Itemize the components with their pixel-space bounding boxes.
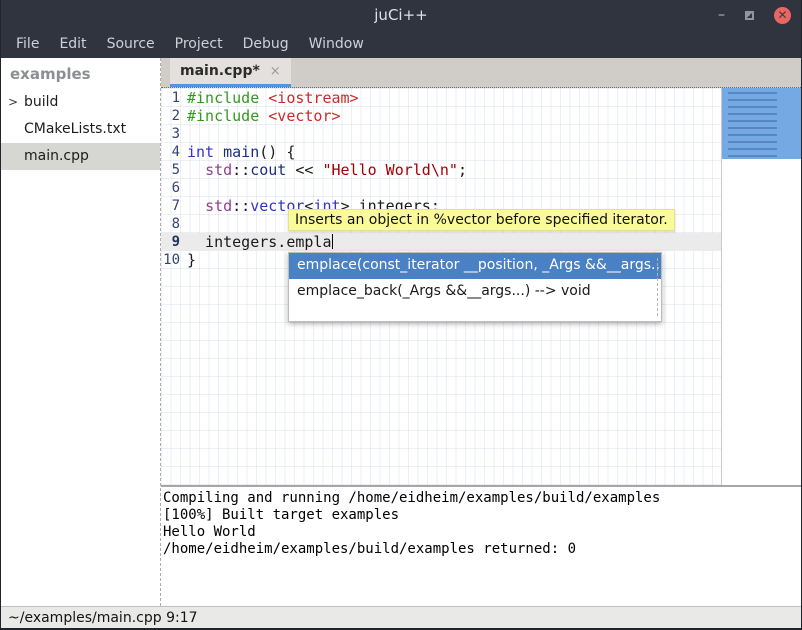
line-number: 6 [161,179,187,197]
tree-item-label: main.cpp [24,148,89,164]
app-window: juCi++ – ✕ FileEditSourceProjectDebugWin… [0,0,802,630]
output-line: Hello World [163,524,801,541]
code-lines: 1#include <iostream>2#include <vector>34… [161,89,721,269]
code-line-1[interactable]: 1#include <iostream> [161,89,721,107]
project-folder-label: examples [1,58,160,89]
tree-item-label: CMakeLists.txt [24,121,126,137]
menu-project[interactable]: Project [170,33,234,55]
tabbar: main.cpp* × [161,58,801,88]
menu-edit[interactable]: Edit [54,33,97,55]
menubar: FileEditSourceProjectDebugWindow [1,30,801,58]
editor-column: main.cpp* × 1#include <iostream>2#includ… [161,58,801,606]
close-window-icon[interactable]: ✕ [774,7,791,24]
line-number: 1 [161,89,187,107]
main-area: examples > build CMakeLists.txt main.cpp ma… [1,58,801,606]
window-controls: – ✕ [718,0,791,30]
minimap-slider[interactable] [722,88,801,159]
line-number: 3 [161,125,187,143]
line-code: integers.empla [187,233,721,251]
code-line-2[interactable]: 2#include <vector> [161,107,721,125]
line-number: 2 [161,107,187,125]
tree-item-label: build [24,94,58,110]
completion-item[interactable]: emplace_back(_Args &&__args...) --> void [289,279,661,305]
tab-label: main.cpp* [180,63,260,79]
line-code [187,179,721,197]
code-line-9[interactable]: 9 integers.empla [161,233,721,251]
code-line-3[interactable]: 3 [161,125,721,143]
tree-item-main-cpp[interactable]: main.cpp [1,143,160,170]
doc-tooltip: Inserts an object in %vector before spec… [288,209,675,231]
output-line: [100%] Built target examples [163,507,801,524]
menu-source[interactable]: Source [102,33,166,55]
line-code: #include <iostream> [187,89,721,107]
line-code: #include <vector> [187,107,721,125]
statusbar-path: ~/examples/main.cpp 9:17 [8,610,198,626]
output-line: /home/eidheim/examples/build/examples re… [163,541,801,558]
code-editor[interactable]: 1#include <iostream>2#include <vector>34… [161,88,801,485]
completion-item[interactable]: emplace(const_iterator __position, _Args… [289,253,661,279]
titlebar: juCi++ – ✕ [1,0,801,30]
tree-item-cmakelists-txt[interactable]: CMakeLists.txt [1,116,160,143]
tab-main-cpp[interactable]: main.cpp* × [170,58,291,87]
minimap[interactable] [721,88,801,485]
menu-file[interactable]: File [11,33,50,55]
line-number: 9 [161,233,187,251]
line-number: 10 [161,251,187,269]
text-cursor [332,234,333,249]
build-output-panel: Compiling and running /home/eidheim/exam… [161,485,801,606]
code-line-6[interactable]: 6 [161,179,721,197]
code-line-5[interactable]: 5 std::cout << "Hello World\n"; [161,161,721,179]
tab-close-icon[interactable]: × [270,64,281,79]
menu-window[interactable]: Window [304,33,375,55]
line-number: 4 [161,143,187,161]
window-title: juCi++ [374,6,427,24]
statusbar: ~/examples/main.cpp 9:17 [1,606,801,628]
code-line-4[interactable]: 4int main() { [161,143,721,161]
line-code: int main() { [187,143,721,161]
file-sidebar: examples > build CMakeLists.txt main.cpp [1,58,161,606]
chevron-right-icon[interactable]: > [8,89,18,116]
line-number: 5 [161,161,187,179]
minimize-icon[interactable]: – [718,10,725,20]
output-line: Compiling and running /home/eidheim/exam… [163,490,801,507]
line-number: 7 [161,197,187,215]
menu-debug[interactable]: Debug [238,33,300,55]
tree-item-build[interactable]: > build [1,89,160,116]
file-tree: > build CMakeLists.txt main.cpp [1,89,160,170]
completion-popup: emplace(const_iterator __position, _Args… [288,252,662,322]
line-code [187,125,721,143]
maximize-icon[interactable] [745,11,754,20]
line-number: 8 [161,215,187,233]
line-code: std::cout << "Hello World\n"; [187,161,721,179]
